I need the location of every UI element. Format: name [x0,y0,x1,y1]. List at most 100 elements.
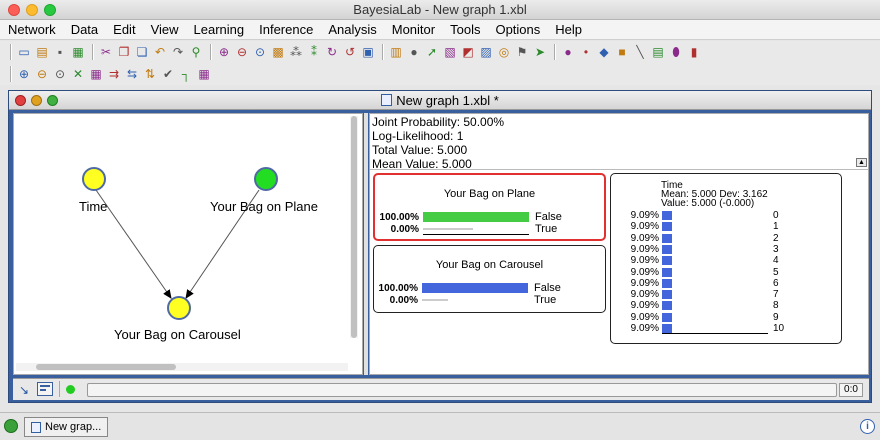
frame-minimize-button[interactable] [31,95,42,106]
target-icon[interactable]: ◎ [496,44,512,60]
time-row-state: 9 [773,311,779,323]
graph-horizontal-scrollbar[interactable] [16,363,348,371]
time-value: Value: 5.000 (-0.000) [661,198,755,209]
layout-icon[interactable]: ⁂ [288,44,304,60]
taskbar-item-label: New grap... [45,421,102,433]
panel-icon[interactable]: ▥ [388,44,404,60]
refresh-icon[interactable]: ↻ [324,44,340,60]
time-row: 9.09% 2 [611,233,841,244]
find-icon[interactable]: ⚲ [188,44,204,60]
node-your-bag-on-plane[interactable] [254,167,278,191]
circle-tool-icon[interactable]: ● [560,44,576,60]
refresh2-icon[interactable]: ↺ [342,44,358,60]
time-row-bar [662,290,672,300]
arrow-icon[interactable]: ➚ [424,44,440,60]
zoom-in-icon[interactable]: ⊕ [216,44,232,60]
graph-vertical-scroll-thumb[interactable] [351,116,357,338]
app-status-icon[interactable] [4,419,18,433]
menu-tools[interactable]: Tools [450,22,480,37]
time-row-pct: 9.09% [630,243,659,255]
graph-vertical-scrollbar[interactable] [350,116,358,338]
zoom-c-icon[interactable]: ⊙ [52,66,68,82]
check-icon[interactable]: ✔ [160,66,176,82]
chart-icon[interactable]: ▧ [442,44,458,60]
menu-options[interactable]: Options [495,22,540,37]
paste-icon[interactable]: ❏ [134,44,150,60]
flag-icon[interactable]: ⚑ [514,44,530,60]
zoom-a-icon[interactable]: ⊕ [16,66,32,82]
tool-c-icon[interactable]: ⇉ [106,66,122,82]
menu-help[interactable]: Help [555,22,582,37]
cut-icon[interactable]: ✂ [98,44,114,60]
filter-icon[interactable]: ◩ [460,44,476,60]
panel-splitter[interactable] [364,113,368,375]
node-time[interactable] [82,167,106,191]
monitor-time[interactable]: Time Mean: 5.000 Dev: 3.162 Value: 5.000… [610,173,842,344]
time-row-state: 6 [773,277,779,289]
print-icon[interactable]: ▦ [70,44,86,60]
save-icon[interactable]: ▪ [52,44,68,60]
square-tool-icon[interactable]: ■ [614,44,630,60]
trash-icon[interactable]: ▮ [686,44,702,60]
taskbar-item-new-graph[interactable]: New grap... [24,417,108,437]
menu-learning[interactable]: Learning [194,22,245,37]
menu-data[interactable]: Data [71,22,98,37]
tee-icon[interactable]: ┐ [178,66,194,82]
grid-icon[interactable]: ▩ [270,44,286,60]
monitor-icon[interactable]: ▣ [360,44,376,60]
tool-a-icon[interactable]: ✕ [70,66,86,82]
plane-true-bar [423,224,529,234]
info-icon[interactable]: i [860,419,875,434]
menu-analysis[interactable]: Analysis [328,22,376,37]
close-window-button[interactable] [8,4,20,16]
select-icon[interactable]: ➤ [532,44,548,60]
graph-horizontal-scroll-thumb[interactable] [36,364,176,370]
toolbar-separator [10,66,12,82]
collapse-up-icon[interactable]: ▲ [856,158,867,167]
graph-canvas[interactable]: Time Your Bag on Plane Your Bag on Carou… [13,113,363,375]
diamond-tool-icon[interactable]: ◆ [596,44,612,60]
time-row-state: 1 [773,221,779,233]
tool-e-icon[interactable]: ⇅ [142,66,158,82]
tool-d-icon[interactable]: ⇆ [124,66,140,82]
menu-edit[interactable]: Edit [113,22,135,37]
tool-b-icon[interactable]: ▦ [88,66,104,82]
link-mode-icon[interactable]: ↘ [19,383,29,397]
menu-monitor[interactable]: Monitor [392,22,435,37]
zoom-window-button[interactable] [44,4,56,16]
table-icon[interactable]: ▨ [478,44,494,60]
menu-view[interactable]: View [151,22,179,37]
zoom-out-icon[interactable]: ⊖ [234,44,250,60]
dot-tool-icon[interactable]: • [578,44,594,60]
window-title: BayesiaLab - New graph 1.xbl [353,2,527,17]
minimize-window-button[interactable] [26,4,38,16]
menu-network[interactable]: Network [8,22,56,37]
redo-icon[interactable]: ↷ [170,44,186,60]
time-row-pct: 9.09% [630,289,659,301]
frame-close-button[interactable] [15,95,26,106]
note-tool-icon[interactable]: ▤ [650,44,666,60]
plane-baseline [423,234,529,235]
time-baseline [662,333,768,334]
node-icon[interactable]: ● [406,44,422,60]
monitor-your-bag-on-plane[interactable]: Your Bag on Plane 100.00% False 0.00% Tr… [373,173,606,241]
time-row: 9.09% 6 [611,278,841,289]
frame-maximize-button[interactable] [47,95,58,106]
zoom-b-icon[interactable]: ⊖ [34,66,50,82]
menu-inference[interactable]: Inference [259,22,313,37]
line-tool-icon[interactable]: ╲ [632,44,648,60]
new-icon[interactable]: ▭ [16,44,32,60]
node-label-carousel: Your Bag on Carousel [114,327,241,342]
cylinder-tool-icon[interactable]: ⬮ [668,44,684,60]
layout-icon[interactable] [37,382,53,396]
open-icon[interactable]: ▤ [34,44,50,60]
layout2-icon[interactable]: ⁑ [306,44,322,60]
undo-icon[interactable]: ↶ [152,44,168,60]
grid2-icon[interactable]: ▦ [196,66,212,82]
node-your-bag-on-carousel[interactable] [167,296,191,320]
plane-true-bar-fill [423,228,473,230]
time-row-pct: 9.09% [630,323,659,334]
zoom-fit-icon[interactable]: ⊙ [252,44,268,60]
monitor-your-bag-on-carousel[interactable]: Your Bag on Carousel 100.00% False 0.00%… [373,245,606,313]
copy-icon[interactable]: ❐ [116,44,132,60]
